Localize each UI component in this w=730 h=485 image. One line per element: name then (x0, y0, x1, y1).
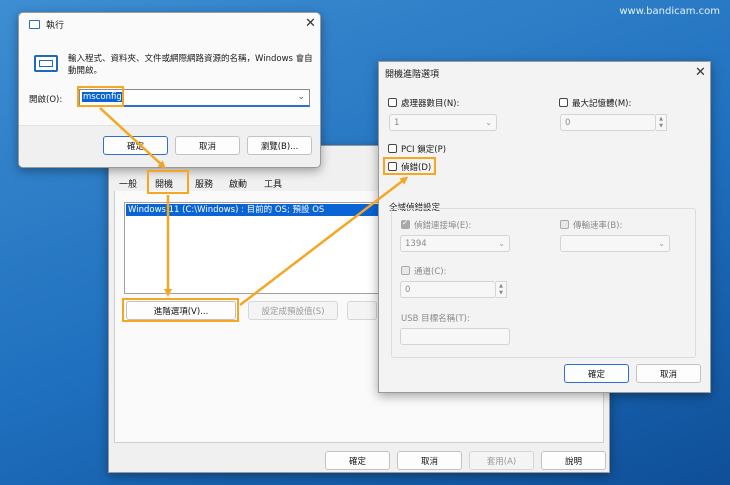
advanced-dialog-title: 開機進階選項 (385, 70, 440, 80)
debug-port-select[interactable]: 1394 ⌄ (400, 235, 510, 252)
run-app-icon (29, 20, 40, 29)
num-processors-label: 處理器數目(N): (401, 99, 460, 109)
highlight-debug-checkbox (383, 157, 436, 175)
baud-rate-label: 傳輸速率(B): (573, 221, 623, 231)
num-processors-value: 1 (394, 117, 400, 128)
max-memory-input[interactable]: 0 (560, 114, 656, 131)
num-processors-checkbox[interactable] (388, 98, 397, 107)
chevron-down-icon[interactable]: ⌄ (297, 92, 305, 102)
channel-value: 0 (405, 284, 411, 295)
pci-lock-label: PCI 鎖定(P) (401, 145, 447, 155)
advanced-cancel-button[interactable]: 取消 (636, 364, 701, 383)
run-icon (34, 55, 58, 72)
highlight-advanced-button (122, 298, 239, 322)
tab-startup[interactable]: 啟動 (229, 177, 247, 190)
num-processors-select[interactable]: 1 ⌄ (389, 114, 497, 131)
baud-rate-checkbox[interactable] (560, 220, 569, 229)
run-dialog-title: 執行 (46, 21, 65, 31)
channel-label: 通道(C): (414, 267, 447, 277)
highlight-boot-tab (147, 170, 189, 194)
cancel-button[interactable]: 取消 (397, 451, 462, 470)
max-memory-value: 0 (565, 117, 571, 128)
advanced-ok-button[interactable]: 確定 (564, 364, 629, 383)
channel-stepper[interactable]: ▲ ▼ (496, 281, 507, 298)
delete-button[interactable] (347, 301, 377, 320)
advanced-boot-dialog: 開機進階選項 ✕ 處理器數目(N): 1 ⌄ 最大記憶體(M): 0 ▲ ▼ PC… (378, 61, 711, 393)
run-dialog: 執行 ✕ 輸入程式、資料夾、文件或網際網路資源的名稱，Windows 會自動開啟… (18, 12, 321, 168)
run-cancel-button[interactable]: 取消 (175, 136, 240, 155)
apply-button[interactable]: 套用(A) (469, 451, 534, 470)
highlight-msconfig-input (77, 86, 124, 107)
max-memory-stepper[interactable]: ▲ ▼ (656, 114, 667, 131)
help-button[interactable]: 說明 (541, 451, 606, 470)
chevron-down-icon: ⌄ (658, 239, 665, 248)
max-memory-label: 最大記憶體(M): (572, 99, 632, 109)
set-default-button[interactable]: 設定成預設值(S) (248, 301, 338, 320)
chevron-down-icon: ⌄ (485, 118, 492, 127)
tab-general[interactable]: 一般 (119, 177, 137, 190)
debug-port-label: 偵錯連接埠(E): (414, 221, 472, 231)
tab-services[interactable]: 服務 (195, 177, 213, 190)
boot-entry[interactable]: Windows 11 (C:\Windows) : 目前的 OS; 預設 OS (126, 204, 382, 216)
usb-target-label: USB 目標名稱(T): (401, 314, 470, 324)
debug-port-value: 1394 (405, 238, 427, 249)
max-memory-checkbox[interactable] (559, 98, 568, 107)
close-icon[interactable]: ✕ (305, 17, 316, 30)
watermark: www.bandicam.com (619, 6, 720, 17)
pci-lock-checkbox[interactable] (388, 144, 397, 153)
debug-port-checkbox[interactable] (401, 218, 410, 229)
open-label: 開啟(O): (29, 95, 63, 105)
baud-rate-select[interactable]: ⌄ (560, 235, 670, 252)
usb-target-input[interactable] (400, 328, 510, 345)
chevron-down-icon: ⌄ (498, 239, 505, 248)
channel-input[interactable]: 0 (400, 281, 496, 298)
boot-entry-list[interactable]: Windows 11 (C:\Windows) : 目前的 OS; 預設 OS (124, 202, 384, 294)
close-icon[interactable]: ✕ (695, 66, 706, 79)
tab-tools[interactable]: 工具 (264, 177, 282, 190)
run-ok-button[interactable]: 確定 (103, 136, 168, 155)
channel-checkbox[interactable] (401, 266, 410, 275)
run-description: 輸入程式、資料夾、文件或網際網路資源的名稱，Windows 會自動開啟。 (68, 54, 313, 76)
run-browse-button[interactable]: 瀏覽(B)... (247, 136, 312, 155)
ok-button[interactable]: 確定 (325, 451, 390, 470)
